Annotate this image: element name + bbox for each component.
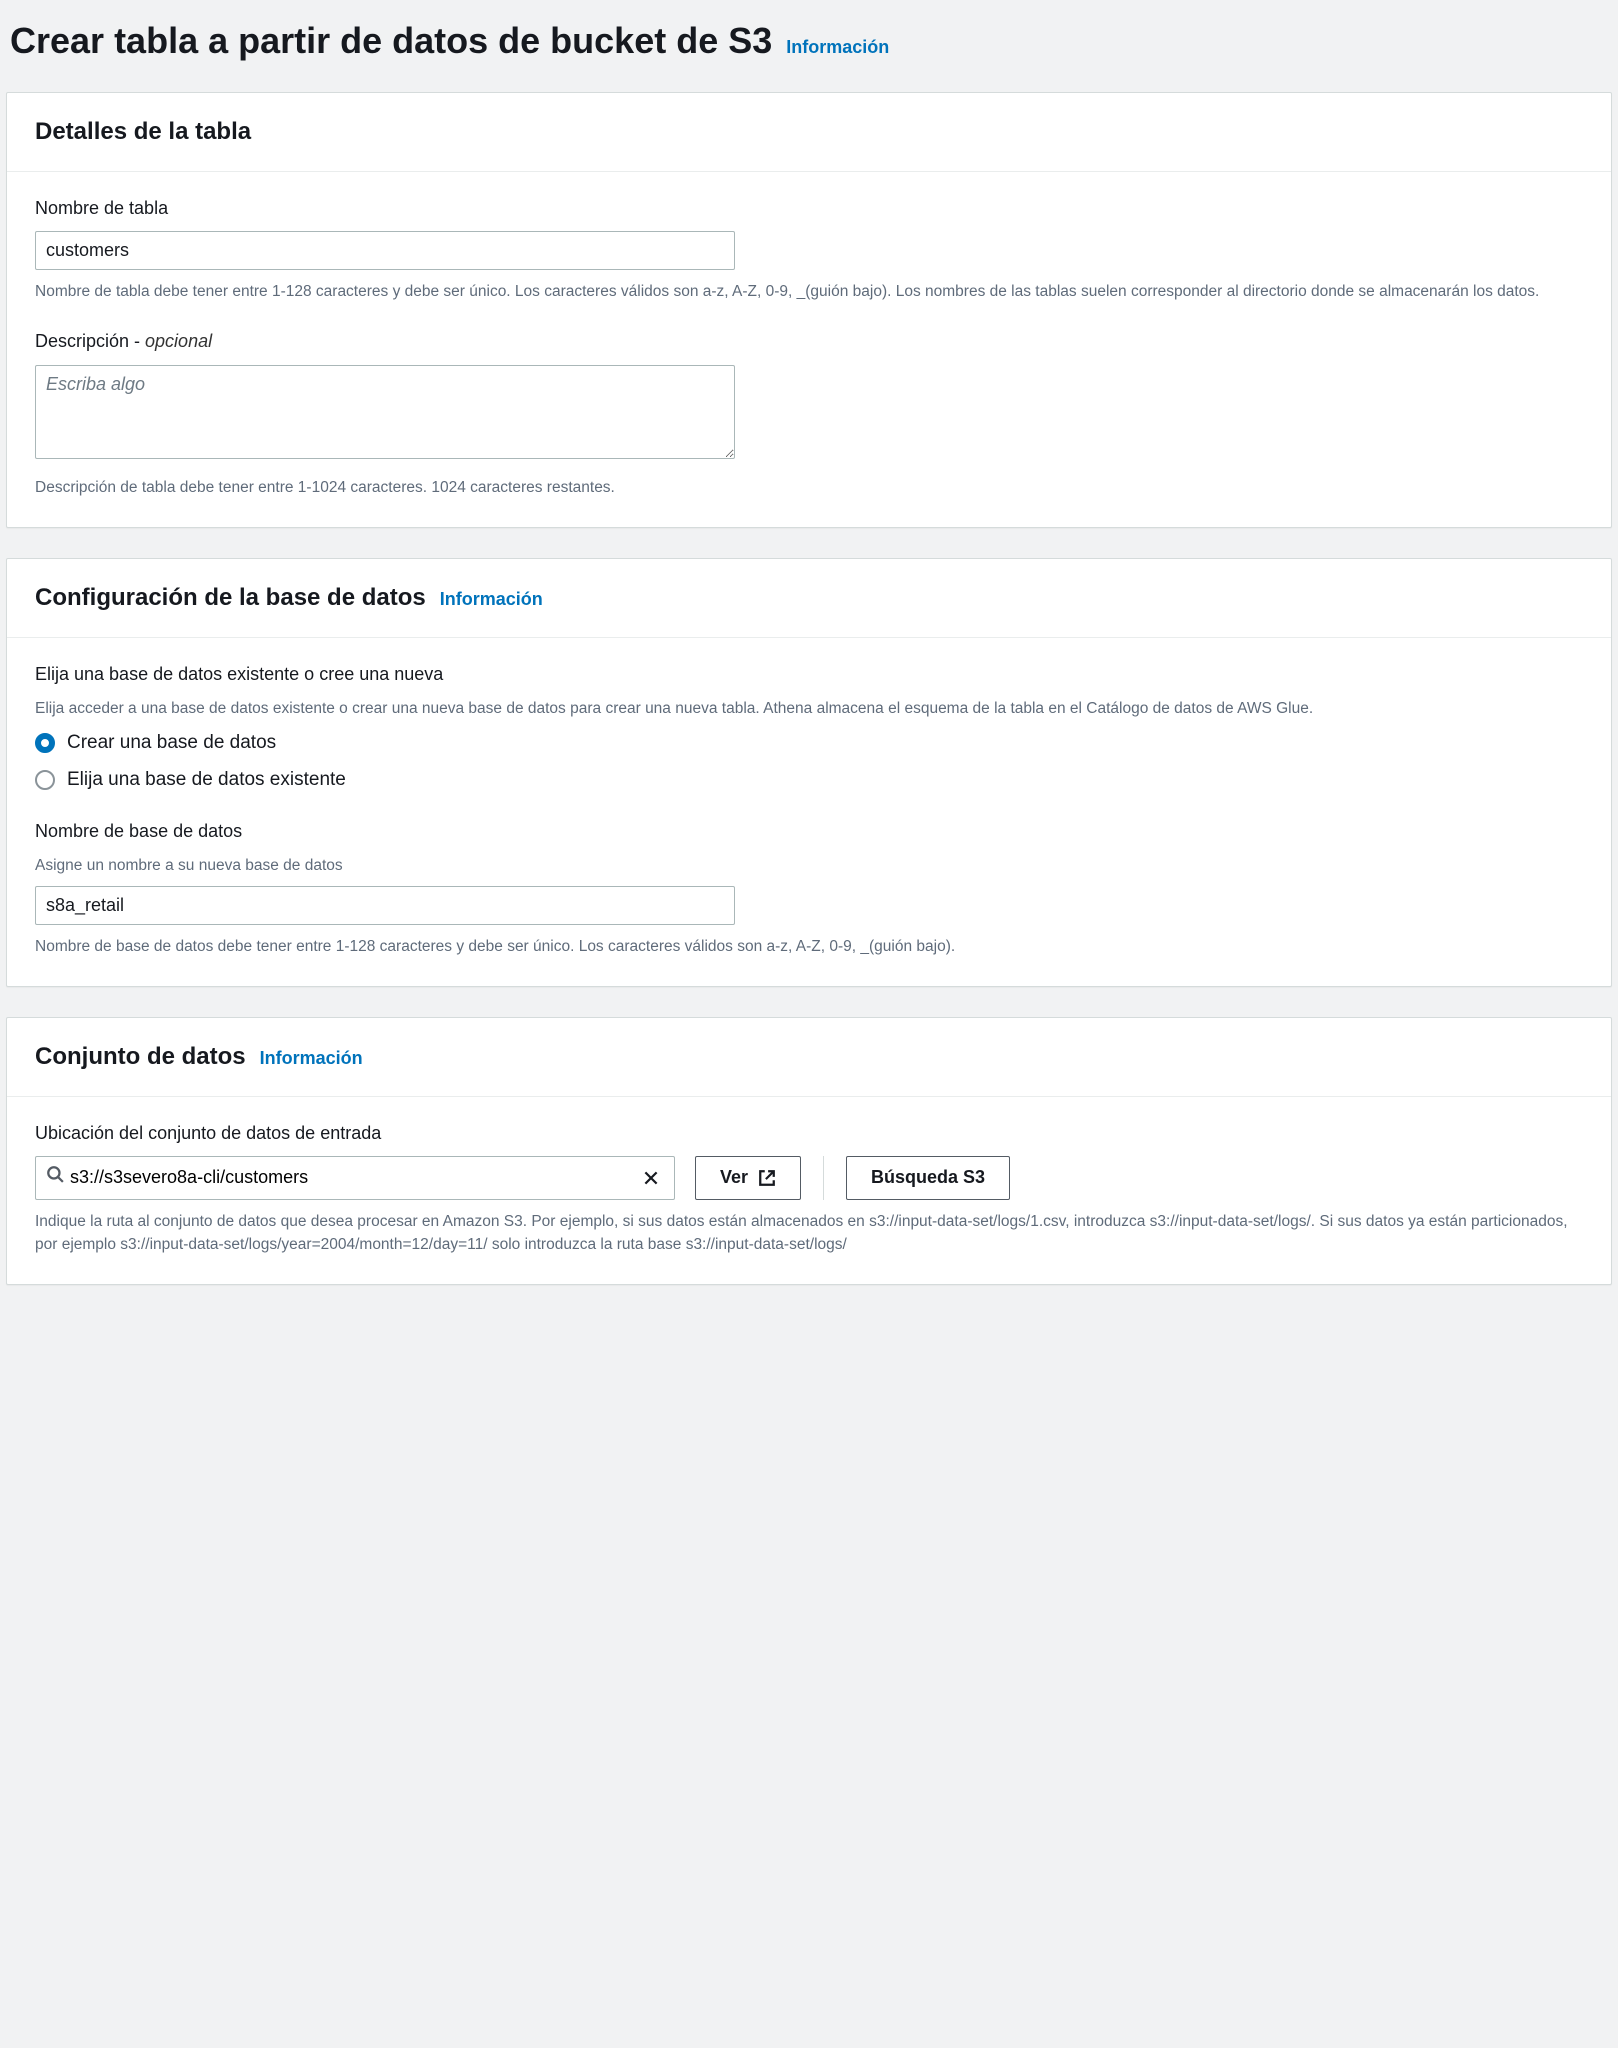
- radio-icon-selected: [35, 733, 55, 753]
- help-db-choice: Elija acceder a una base de datos existe…: [35, 697, 1583, 720]
- heading-dataset: Conjunto de datos Información: [35, 1040, 1583, 1074]
- clear-icon-button[interactable]: [638, 1165, 664, 1191]
- panel-header-db-config: Configuración de la base de datos Inform…: [7, 559, 1611, 638]
- help-description: Descripción de tabla debe tener entre 1-…: [35, 476, 1583, 499]
- label-table-name: Nombre de tabla: [35, 196, 1583, 221]
- field-description: Descripción - opcional Descripción de ta…: [35, 329, 1583, 499]
- field-db-name: Nombre de base de datos Asigne un nombre…: [35, 819, 1583, 958]
- label-dataset-location: Ubicación del conjunto de datos de entra…: [35, 1121, 1583, 1146]
- heading-table-details: Detalles de la tabla: [35, 115, 1583, 149]
- label-db-name: Nombre de base de datos: [35, 819, 1583, 844]
- db-info-link[interactable]: Información: [440, 587, 543, 612]
- input-dataset-location[interactable]: [64, 1159, 638, 1196]
- page-title: Crear tabla a partir de datos de bucket …: [10, 16, 1612, 66]
- label-db-choice: Elija una base de datos existente o cree…: [35, 662, 1583, 687]
- sublabel-db-name: Asigne un nombre a su nueva base de dato…: [35, 854, 1583, 877]
- help-table-name: Nombre de tabla debe tener entre 1-128 c…: [35, 280, 1583, 303]
- radio-existing-db[interactable]: Elija una base de datos existente: [35, 767, 1583, 794]
- help-db-name: Nombre de base de datos debe tener entre…: [35, 935, 1583, 958]
- radio-label-create: Crear una base de datos: [67, 730, 276, 757]
- search-icon: [46, 1165, 64, 1190]
- page-info-link[interactable]: Información: [786, 35, 889, 60]
- panel-dataset: Conjunto de datos Información Ubicación …: [6, 1017, 1612, 1285]
- browse-s3-button[interactable]: Búsqueda S3: [846, 1156, 1010, 1200]
- radio-icon-unselected: [35, 770, 55, 790]
- label-description: Descripción - opcional: [35, 329, 1583, 354]
- external-link-icon: [758, 1169, 776, 1187]
- field-dataset-location: Ubicación del conjunto de datos de entra…: [35, 1121, 1583, 1257]
- panel-db-config: Configuración de la base de datos Inform…: [6, 558, 1612, 987]
- help-dataset-location: Indique la ruta al conjunto de datos que…: [35, 1210, 1583, 1257]
- dataset-info-link[interactable]: Información: [260, 1046, 363, 1071]
- textarea-description[interactable]: [35, 365, 735, 459]
- browse-s3-label: Búsqueda S3: [871, 1167, 985, 1188]
- field-table-name: Nombre de tabla Nombre de tabla debe ten…: [35, 196, 1583, 303]
- panel-header-table-details: Detalles de la tabla: [7, 93, 1611, 172]
- radio-create-db[interactable]: Crear una base de datos: [35, 730, 1583, 757]
- view-button-label: Ver: [720, 1167, 748, 1188]
- field-db-choice: Elija una base de datos existente o cree…: [35, 662, 1583, 794]
- panel-header-dataset: Conjunto de datos Información: [7, 1018, 1611, 1097]
- search-box-dataset: [35, 1156, 675, 1200]
- input-table-name[interactable]: [35, 231, 735, 270]
- button-separator: [823, 1156, 824, 1200]
- input-db-name[interactable]: [35, 886, 735, 925]
- radio-label-existing: Elija una base de datos existente: [67, 767, 346, 794]
- heading-db-config: Configuración de la base de datos Inform…: [35, 581, 1583, 615]
- view-button[interactable]: Ver: [695, 1156, 801, 1200]
- page-title-text: Crear tabla a partir de datos de bucket …: [10, 16, 772, 66]
- panel-table-details: Detalles de la tabla Nombre de tabla Nom…: [6, 92, 1612, 528]
